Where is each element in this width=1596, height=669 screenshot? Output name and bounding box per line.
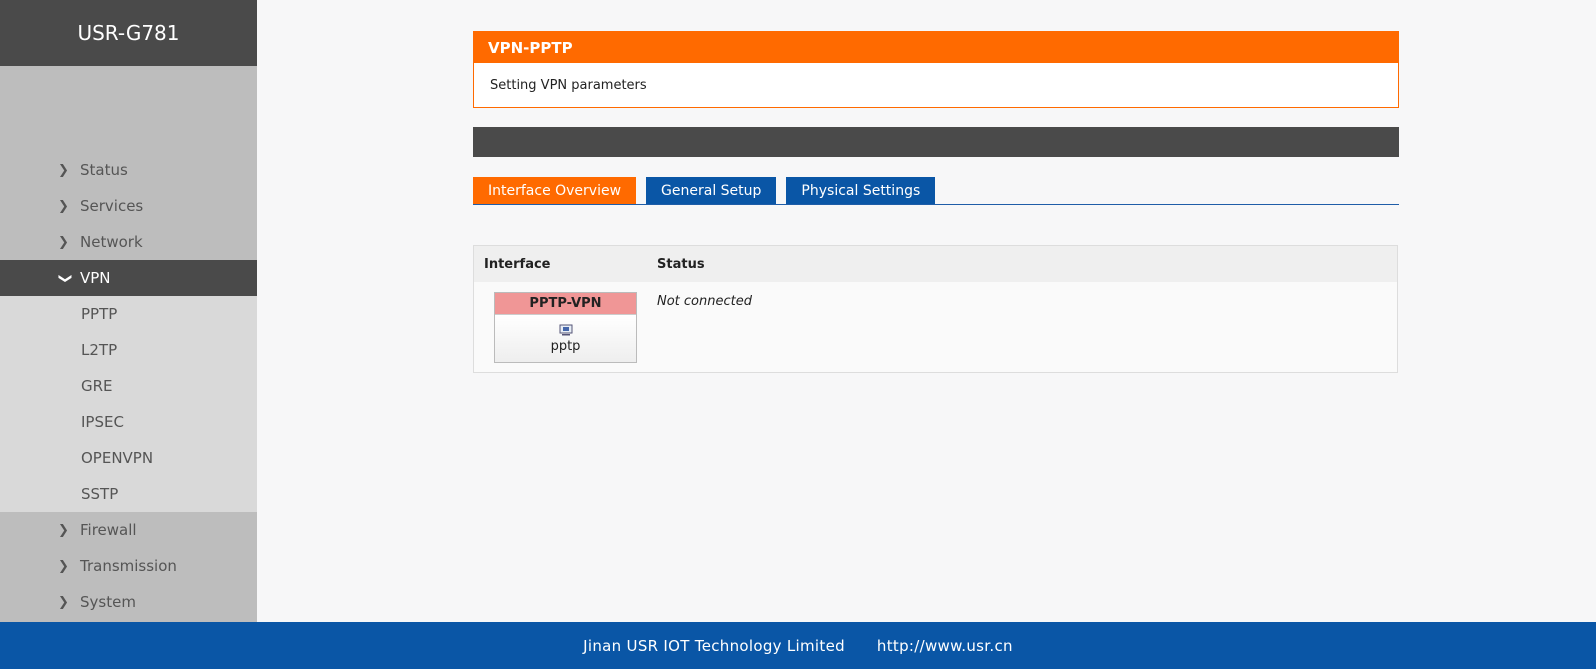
main-content: VPN-PPTP Setting VPN parameters Interfac… [257,0,1596,622]
footer: Jinan USR IOT Technology Limited http://… [0,622,1596,669]
interface-cell: PPTP-VPN pptp [474,282,657,363]
sidebar-subitem-ipsec[interactable]: IPSEC [0,404,257,440]
column-header-status: Status [657,256,705,272]
sidebar-item-label: System [80,593,136,611]
sidebar-item-firewall[interactable]: ❯ Firewall [0,512,257,548]
sidebar-item-services[interactable]: ❯ Services [0,188,257,224]
column-header-interface: Interface [484,256,551,272]
sidebar-item-transmission[interactable]: ❯ Transmission [0,548,257,584]
page-title: VPN-PPTP [474,32,1398,63]
vpn-submenu: PPTP L2TP GRE IPSEC OPENVPN SSTP [0,296,257,512]
chevron-right-icon: ❯ [58,522,69,538]
chevron-right-icon: ❯ [58,558,69,574]
sidebar-item-vpn[interactable]: ❯ VPN [0,260,257,296]
footer-url-link[interactable]: http://www.usr.cn [877,637,1013,655]
section-bar [473,127,1399,157]
sidebar-item-label: Services [80,197,144,215]
chevron-down-icon: ❯ [57,272,73,284]
interface-table: Interface Status PPTP-VPN pptp Not conne… [473,245,1398,373]
chevron-right-icon: ❯ [58,234,69,250]
sidebar-item-label: Network [80,233,143,251]
tab-physical-settings[interactable]: Physical Settings [786,177,936,204]
brand-title: USR-G781 [0,0,257,66]
table-header: Interface Status [474,246,1397,282]
sidebar-subitem-l2tp[interactable]: L2TP [0,332,257,368]
chevron-right-icon: ❯ [58,162,69,178]
interface-name: PPTP-VPN [495,293,636,315]
sidebar-item-status[interactable]: ❯ Status [0,152,257,188]
tab-general-setup[interactable]: General Setup [646,177,777,204]
interface-protocol: pptp [550,338,581,354]
sidebar-item-label: Transmission [80,557,177,575]
chevron-right-icon: ❯ [58,198,69,214]
tab-interface-overview[interactable]: Interface Overview [473,177,637,204]
sidebar-subitem-gre[interactable]: GRE [0,368,257,404]
sidebar-item-label: Firewall [80,521,137,539]
sidebar-subitem-openvpn[interactable]: OPENVPN [0,440,257,476]
sidebar-subitem-pptp[interactable]: PPTP [0,296,257,332]
footer-company: Jinan USR IOT Technology Limited [583,636,845,655]
sidebar-item-label: Status [80,161,128,179]
page-description: Setting VPN parameters [490,77,647,93]
chevron-right-icon: ❯ [58,594,69,610]
sidebar: USR-G781 ❯ Status ❯ Services ❯ Network ❯… [0,0,257,622]
interface-body: pptp [495,315,636,362]
sidebar-item-label: VPN [80,269,111,287]
sidebar-item-network[interactable]: ❯ Network [0,224,257,260]
sidebar-item-system[interactable]: ❯ System [0,584,257,620]
tab-bar: Interface Overview General Setup Physica… [473,177,1399,205]
info-panel: VPN-PPTP Setting VPN parameters [473,31,1399,108]
sidebar-menu: ❯ Status ❯ Services ❯ Network ❯ VPN PPTP… [0,66,257,620]
sidebar-subitem-sstp[interactable]: SSTP [0,476,257,512]
table-row: PPTP-VPN pptp Not connected [474,282,1397,363]
interface-status: Not connected [657,294,752,309]
interface-badge[interactable]: PPTP-VPN pptp [494,292,637,363]
network-interface-icon [559,324,572,335]
